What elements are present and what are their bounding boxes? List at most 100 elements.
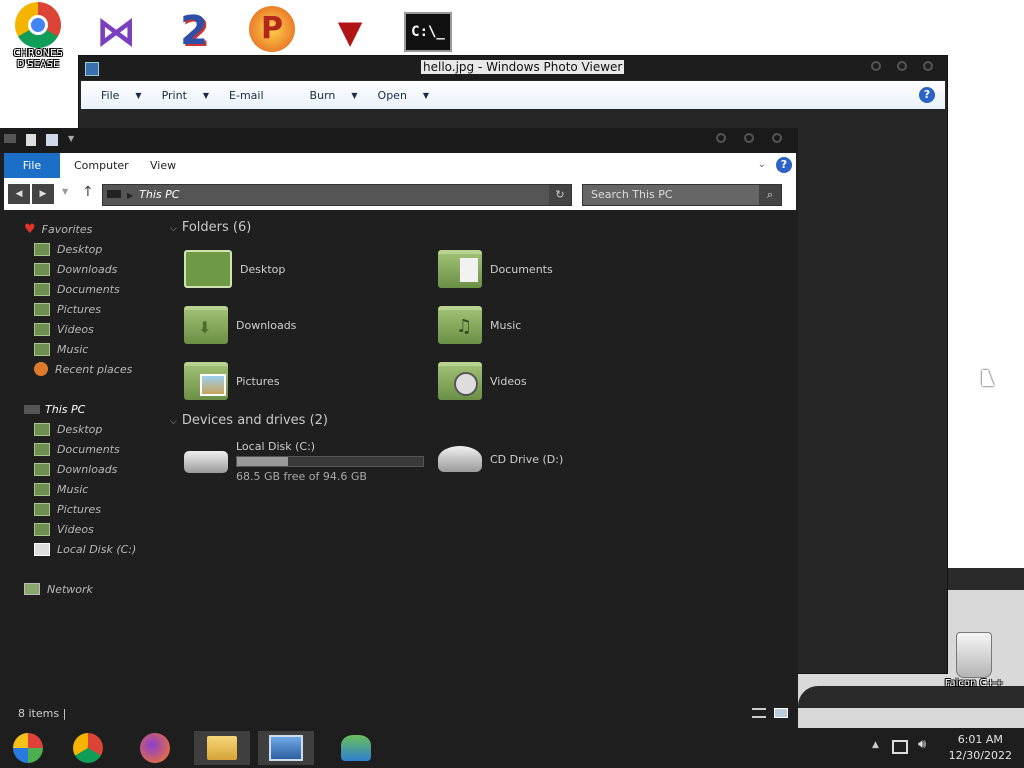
clock-date: 12/30/2022 bbox=[948, 749, 1012, 762]
photo-viewer-title: hello.jpg - Windows Photo Viewer bbox=[421, 60, 625, 74]
large-icons-view-icon[interactable] bbox=[774, 708, 788, 718]
nav-label: Videos bbox=[57, 322, 94, 336]
folder-documents[interactable]: Documents bbox=[438, 250, 553, 288]
nav-item-documents[interactable]: Documents bbox=[34, 280, 120, 298]
nav-item-videos[interactable]: Videos bbox=[34, 320, 94, 338]
menu-print[interactable]: Print ▼ bbox=[162, 89, 209, 102]
taskbar-app[interactable] bbox=[328, 731, 384, 765]
maximize-button[interactable] bbox=[897, 61, 907, 71]
nav-label: Documents bbox=[57, 282, 120, 296]
nav-item-desktop[interactable]: Desktop bbox=[34, 240, 102, 258]
minimize-button[interactable] bbox=[871, 61, 881, 71]
heart-icon: ♥ bbox=[24, 221, 36, 237]
file-explorer-window: ▼ File Computer View ⌄ ? ◀ ▶ ▼ ↑ ▶ This P… bbox=[0, 128, 798, 728]
nav-label: Local Disk (C:) bbox=[57, 542, 137, 556]
pictures-folder-icon bbox=[184, 362, 228, 400]
folder-pictures[interactable]: Pictures bbox=[184, 362, 280, 400]
folder-icon bbox=[34, 522, 50, 536]
menu-label: E-mail bbox=[229, 88, 264, 102]
taskbar-clock[interactable]: 6:01 AM 12/30/2022 bbox=[949, 732, 1012, 764]
drives-section-header[interactable]: ⌵ Devices and drives (2) bbox=[170, 413, 328, 428]
nav-pc-music[interactable]: Music bbox=[34, 480, 88, 498]
folder-videos[interactable]: Videos bbox=[438, 362, 527, 400]
refresh-icon[interactable]: ↻ bbox=[549, 185, 571, 205]
ribbon-expand-chevron-icon[interactable]: ⌄ bbox=[758, 159, 766, 170]
nav-this-pc[interactable]: This PC bbox=[24, 400, 85, 418]
app-2-desktop-icon[interactable]: 2 bbox=[162, 8, 226, 54]
folder-icon bbox=[34, 342, 50, 356]
app-p-desktop-icon[interactable]: P bbox=[240, 6, 304, 52]
folder-downloads[interactable]: ⬇ Downloads bbox=[184, 306, 296, 344]
up-arrow-icon[interactable]: ↑ bbox=[82, 184, 94, 200]
nav-pc-pictures[interactable]: Pictures bbox=[34, 500, 101, 518]
photo-viewer-titlebar[interactable]: hello.jpg - Windows Photo Viewer bbox=[79, 56, 947, 80]
tab-file[interactable]: File bbox=[4, 153, 60, 178]
nav-pc-videos[interactable]: Videos bbox=[34, 520, 94, 538]
nav-item-pictures[interactable]: Pictures bbox=[34, 300, 101, 318]
close-button[interactable] bbox=[772, 133, 782, 143]
recycle-bin-desktop-icon[interactable]: Falcon C++ bbox=[942, 632, 1006, 689]
address-field[interactable]: ▶ This PC ↻ bbox=[102, 184, 572, 206]
folder-music[interactable]: ♫ Music bbox=[438, 306, 521, 344]
tab-view[interactable]: View bbox=[150, 153, 176, 178]
start-button[interactable] bbox=[0, 731, 56, 765]
maximize-button[interactable] bbox=[744, 133, 754, 143]
visual-studio-desktop-icon[interactable]: ⋈ bbox=[84, 10, 148, 56]
folders-section-header[interactable]: ⌵ Folders (6) bbox=[170, 220, 251, 235]
search-input[interactable]: Search This PC ⌕ bbox=[582, 184, 782, 206]
folder-icon bbox=[34, 502, 50, 516]
forward-button[interactable]: ▶ bbox=[32, 184, 54, 204]
status-bar-item-count: 8 items | bbox=[18, 707, 66, 720]
nav-pc-local-disk[interactable]: Local Disk (C:) bbox=[34, 540, 136, 558]
chevron-down-icon[interactable]: ▼ bbox=[68, 134, 74, 146]
nav-item-recent-places[interactable]: Recent places bbox=[34, 360, 132, 378]
menu-file[interactable]: File ▼ bbox=[101, 89, 142, 102]
cd-drive-icon bbox=[438, 446, 482, 472]
properties-icon[interactable] bbox=[26, 134, 36, 146]
nav-pc-desktop[interactable]: Desktop bbox=[34, 420, 102, 438]
nav-network[interactable]: Network bbox=[24, 580, 93, 598]
folder-label: Pictures bbox=[236, 374, 280, 388]
computer-icon[interactable] bbox=[4, 134, 16, 143]
menu-open[interactable]: Open ▼ bbox=[378, 89, 430, 102]
tab-computer[interactable]: Computer bbox=[74, 153, 129, 178]
taskbar-file-explorer[interactable] bbox=[194, 731, 250, 765]
help-icon[interactable]: ? bbox=[776, 157, 792, 173]
taskbar-firefox[interactable] bbox=[127, 731, 183, 765]
recent-locations-chevron-icon[interactable]: ▼ bbox=[62, 187, 68, 196]
app-eagle-desktop-icon[interactable]: ▼ bbox=[318, 12, 382, 58]
nav-pc-documents[interactable]: Documents bbox=[34, 440, 120, 458]
desktop-icon bbox=[34, 242, 50, 256]
help-icon[interactable]: ? bbox=[919, 87, 935, 103]
new-folder-icon[interactable] bbox=[46, 134, 58, 146]
details-view-icon[interactable] bbox=[752, 708, 766, 718]
explorer-titlebar[interactable]: ▼ bbox=[0, 128, 798, 153]
folder-label: Downloads bbox=[236, 318, 297, 332]
nav-favorites[interactable]: ♥ Favorites bbox=[24, 220, 92, 238]
show-hidden-icons-chevron-icon[interactable]: ▲ bbox=[872, 740, 879, 750]
folder-desktop[interactable]: Desktop bbox=[184, 250, 285, 288]
nav-label: Documents bbox=[57, 442, 120, 456]
chrome-desktop-icon[interactable]: CHRONES D'SEASE bbox=[6, 2, 70, 70]
nav-pc-downloads[interactable]: Downloads bbox=[34, 460, 117, 478]
nav-item-music[interactable]: Music bbox=[34, 340, 88, 358]
search-icon[interactable]: ⌕ bbox=[759, 185, 781, 205]
taskbar-photo-viewer[interactable] bbox=[258, 731, 314, 765]
computer-icon bbox=[107, 190, 121, 198]
volume-icon[interactable]: 🔊︎ bbox=[918, 737, 926, 752]
cmd-desktop-icon[interactable]: C:\_ bbox=[396, 12, 460, 52]
folder-label: Desktop bbox=[240, 262, 286, 276]
nav-item-downloads[interactable]: Downloads bbox=[34, 260, 117, 278]
taskbar-chrome[interactable] bbox=[60, 731, 116, 765]
menu-email[interactable]: E-mail bbox=[229, 89, 264, 102]
network-status-icon[interactable] bbox=[892, 740, 908, 754]
drive-local-disk[interactable]: Local Disk (C:) 68.5 GB free of 94.6 GB bbox=[184, 440, 424, 483]
nav-label: Favorites bbox=[41, 222, 93, 236]
back-button[interactable]: ◀ bbox=[8, 184, 30, 204]
menu-burn[interactable]: Burn ▼ bbox=[310, 89, 358, 102]
close-button[interactable] bbox=[923, 61, 933, 71]
menu-label: File bbox=[101, 88, 120, 102]
minimize-button[interactable] bbox=[716, 133, 726, 143]
nav-label: Desktop bbox=[57, 242, 103, 256]
drive-cd[interactable]: CD Drive (D:) bbox=[438, 446, 563, 472]
